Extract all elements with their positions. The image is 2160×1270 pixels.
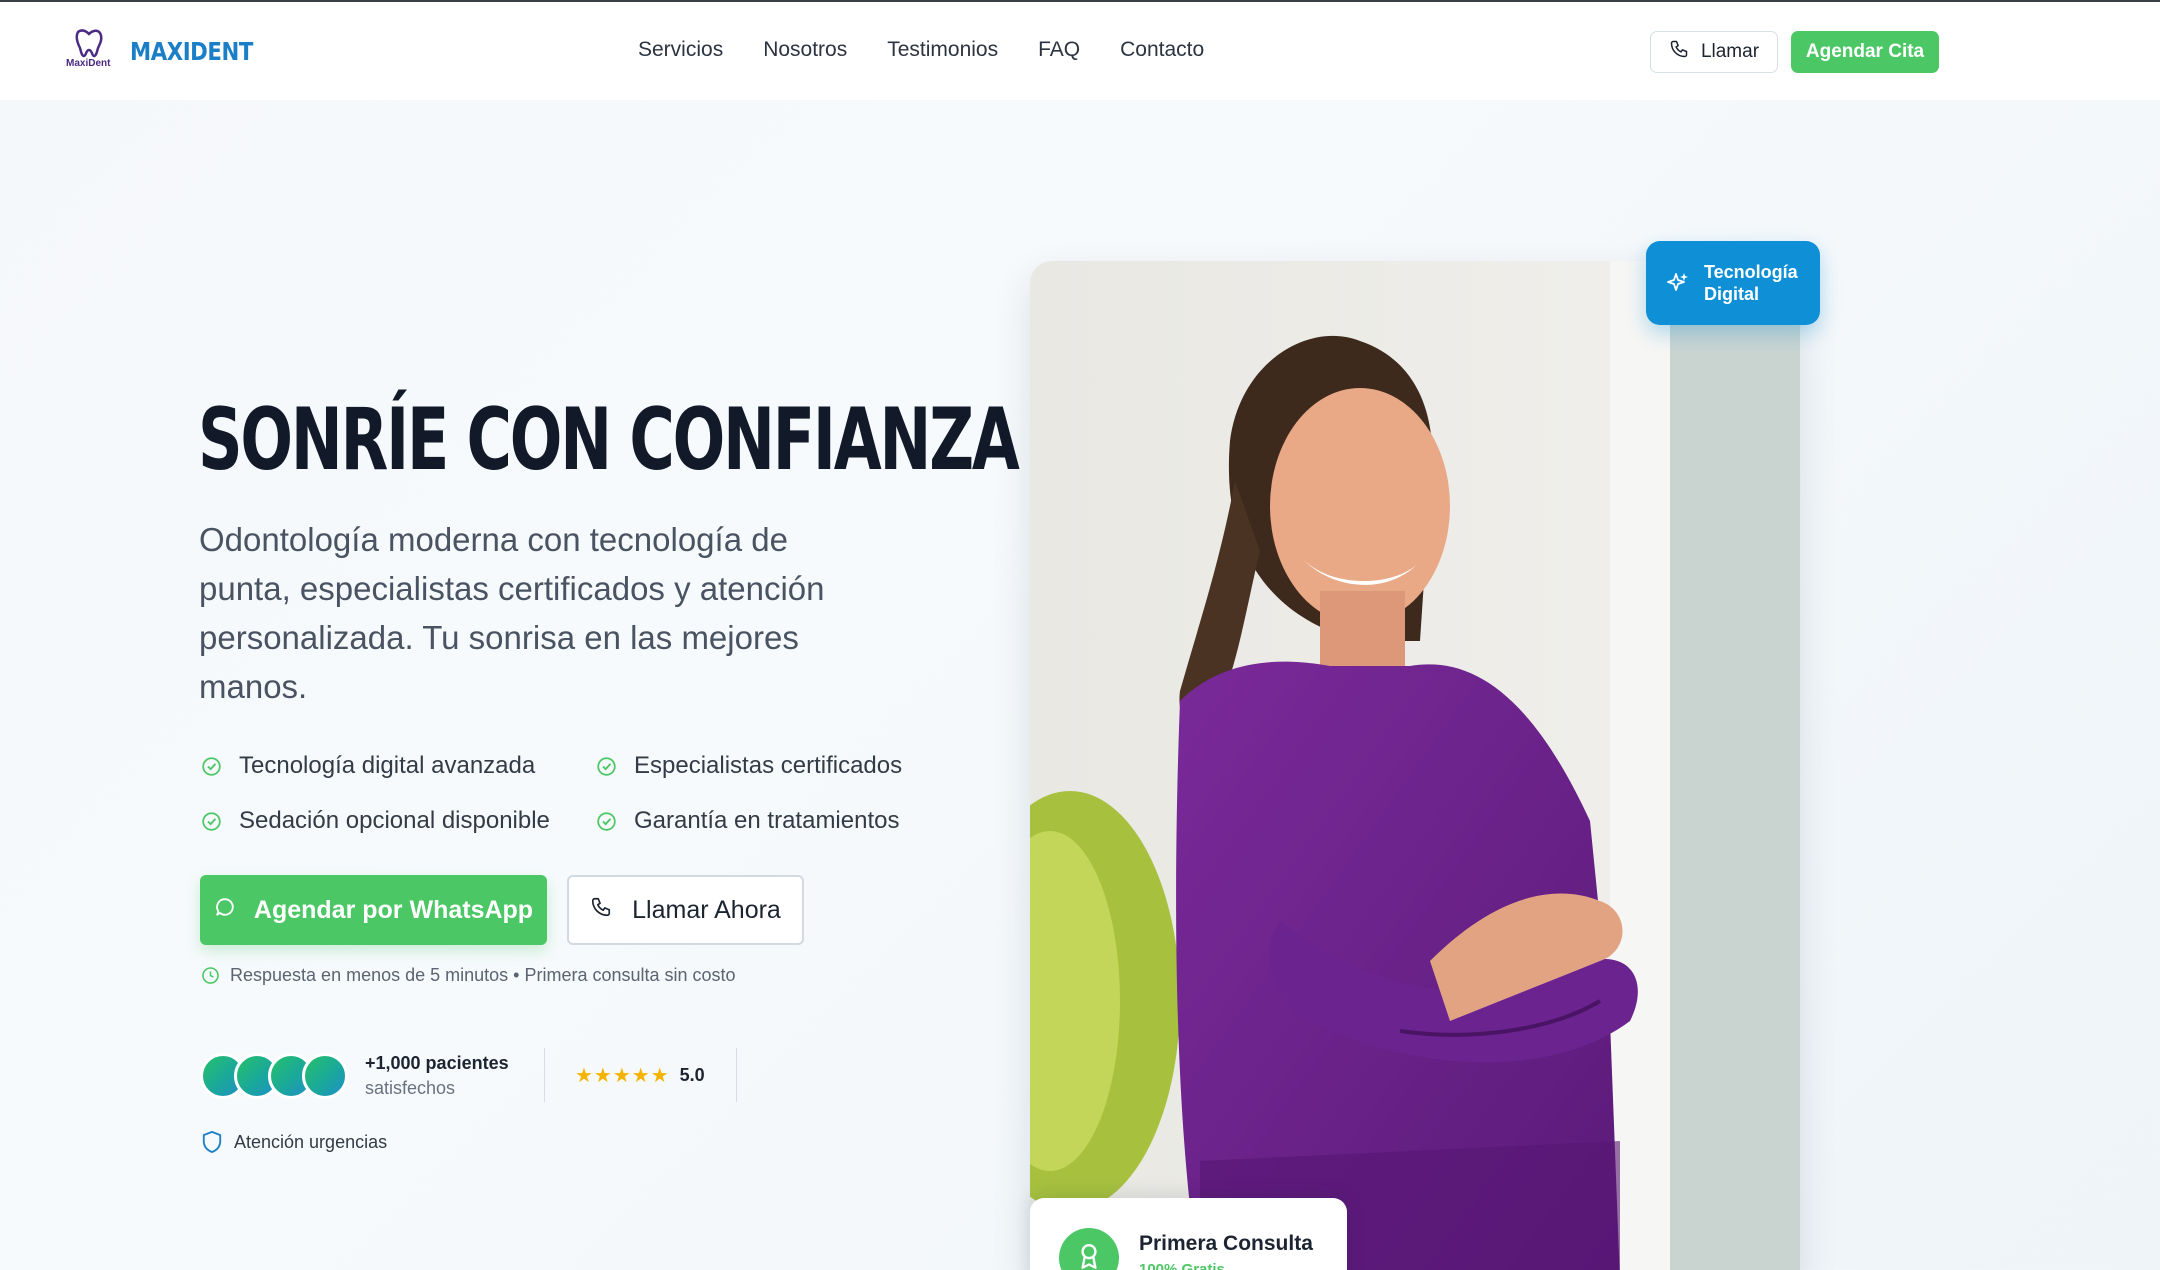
digital-technology-badge: Tecnología Digital <box>1646 241 1820 325</box>
call-now-button[interactable]: Llamar Ahora <box>567 875 804 945</box>
urgency-info: Atención urgencias <box>201 1130 387 1154</box>
sparkles-icon <box>1667 273 1688 291</box>
chat-bubble-icon <box>214 896 236 925</box>
badge-line-2: Digital <box>1704 284 1760 304</box>
call-button-label: Llamar <box>1700 41 1760 62</box>
feature-label: Sedación opcional disponible <box>239 807 550 834</box>
rating: ★★★★★ 5.0 <box>575 1063 705 1088</box>
rating-value: 5.0 <box>679 1065 705 1085</box>
divider <box>736 1048 737 1102</box>
nav-item-testimonios[interactable]: Testimonios <box>887 38 998 62</box>
feature-label: Especialistas certificados <box>634 752 903 779</box>
star-rating-icon: ★★★★★ <box>575 1065 670 1087</box>
hero-title: SONRÍE CON CONFIANZA <box>198 390 1020 490</box>
top-navigation: MaxiDent MAXIDENT Servicios Nosotros Tes… <box>0 2 2160 100</box>
first-consult-card: Primera Consulta 100% Gratis <box>1030 1198 1347 1270</box>
logo-small-text: MaxiDent <box>66 58 111 69</box>
consult-subtitle: 100% Gratis <box>1139 1261 1225 1270</box>
brand-logo[interactable]: MaxiDent MAXIDENT <box>64 28 275 74</box>
feature-item: Tecnología digital avanzada <box>201 752 596 780</box>
patients-count-sub: satisfechos <box>365 1078 456 1098</box>
feature-item: Garantía en tratamientos <box>596 807 926 835</box>
hero-subtitle: Odontología moderna con tecnología de pu… <box>199 521 825 705</box>
dentist-photo <box>1030 261 1800 1270</box>
response-note-text: Respuesta en menos de 5 minutos • Primer… <box>230 965 736 985</box>
shield-icon <box>202 1130 222 1153</box>
whatsapp-booking-button[interactable]: Agendar por WhatsApp <box>200 875 547 945</box>
phone-icon <box>1669 39 1689 65</box>
nav-item-nosotros[interactable]: Nosotros <box>763 38 847 62</box>
check-circle-icon <box>597 811 616 831</box>
check-circle-icon <box>597 756 616 776</box>
check-circle-icon <box>202 756 221 776</box>
badge-line-1: Tecnología <box>1704 262 1798 282</box>
patients-count: +1,000 pacientes satisfechos <box>365 1051 509 1101</box>
brand-name: MAXIDENT <box>130 36 253 66</box>
feature-label: Garantía en tratamientos <box>634 807 900 834</box>
clock-icon <box>202 967 219 984</box>
call-now-label: Llamar Ahora <box>632 895 781 924</box>
call-button[interactable]: Llamar <box>1650 31 1778 73</box>
response-note: Respuesta en menos de 5 minutos • Primer… <box>201 965 736 986</box>
nav-item-servicios[interactable]: Servicios <box>638 38 723 62</box>
patient-avatars <box>200 1053 348 1099</box>
feature-item: Sedación opcional disponible <box>201 807 596 835</box>
feature-list: Tecnología digital avanzada Especialista… <box>201 752 926 835</box>
schedule-appointment-button[interactable]: Agendar Cita <box>1791 31 1939 73</box>
nav-item-contacto[interactable]: Contacto <box>1120 38 1204 62</box>
main-menu: Servicios Nosotros Testimonios FAQ Conta… <box>638 38 1244 62</box>
urgency-label: Atención urgencias <box>234 1131 388 1152</box>
nav-item-faq[interactable]: FAQ <box>1038 38 1080 62</box>
feature-label: Tecnología digital avanzada <box>239 752 536 779</box>
tooth-icon: MaxiDent <box>64 28 114 74</box>
consult-title: Primera Consulta <box>1139 1232 1313 1255</box>
award-icon <box>1059 1228 1119 1270</box>
check-circle-icon <box>202 811 221 831</box>
phone-icon <box>590 896 612 925</box>
whatsapp-button-label: Agendar por WhatsApp <box>253 895 534 924</box>
avatar <box>302 1053 348 1099</box>
feature-item: Especialistas certificados <box>596 752 926 780</box>
divider <box>544 1048 545 1102</box>
patients-count-bold: +1,000 pacientes <box>365 1053 509 1073</box>
